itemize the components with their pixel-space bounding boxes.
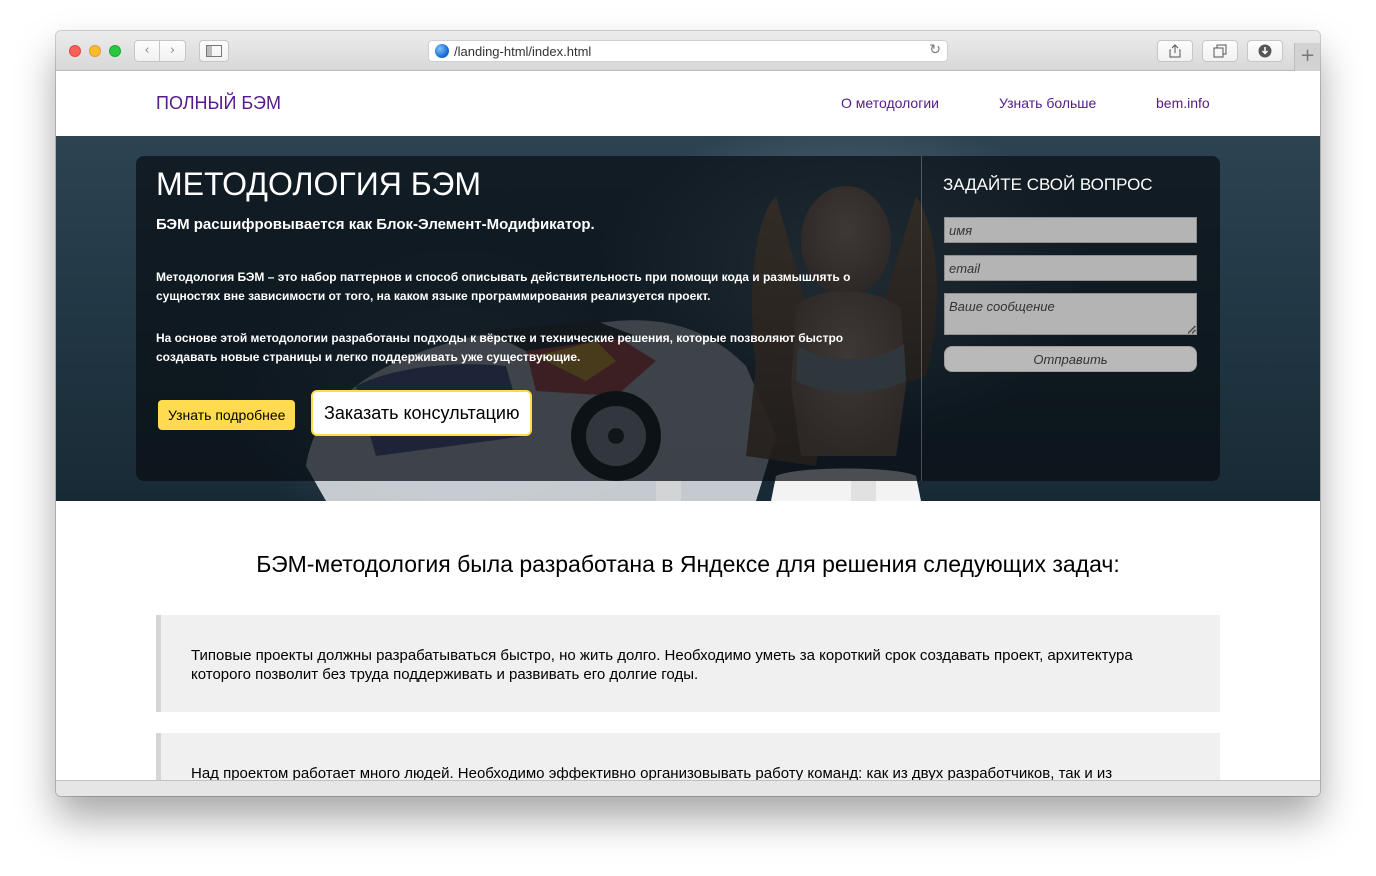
submit-button[interactable]: Отправить xyxy=(944,346,1197,372)
name-field[interactable] xyxy=(944,217,1197,243)
task-card: Над проектом работает много людей. Необх… xyxy=(156,733,1220,780)
site-logo-link[interactable]: ПОЛНЫЙ БЭМ xyxy=(156,93,281,114)
url-text: /landing-html/index.html xyxy=(454,44,592,59)
site-header: ПОЛНЫЙ БЭМ О методологии Узнать больше b… xyxy=(56,71,1320,136)
browser-window: ‹ › /landing-html/index.html ↻ + ПОЛНЫЙ … xyxy=(56,31,1320,796)
close-window-button[interactable] xyxy=(69,45,81,57)
back-button[interactable]: ‹ xyxy=(134,40,160,62)
downloads-button[interactable] xyxy=(1247,40,1283,62)
chevron-left-icon: ‹ xyxy=(144,43,150,58)
minimize-window-button[interactable] xyxy=(89,45,101,57)
task-card: Типовые проекты должны разрабатываться б… xyxy=(156,615,1220,712)
plus-icon: + xyxy=(1299,45,1316,66)
nav-link-about[interactable]: О методологии xyxy=(841,95,939,111)
hero-paragraph-1: Методология БЭМ – это набор паттернов и … xyxy=(156,270,851,303)
email-field[interactable] xyxy=(944,255,1197,281)
address-bar[interactable]: /landing-html/index.html ↻ xyxy=(428,40,948,62)
reload-icon[interactable]: ↻ xyxy=(929,42,941,58)
page-viewport[interactable]: ПОЛНЫЙ БЭМ О методологии Узнать больше b… xyxy=(56,71,1320,780)
share-icon xyxy=(1169,44,1181,58)
nav-link-bem-info[interactable]: bem.info xyxy=(1156,95,1210,111)
sidebar-icon xyxy=(206,45,222,57)
hero-title: МЕТОДОЛОГИЯ БЭМ xyxy=(156,166,482,202)
task-card-text: Над проектом работает много людей. Необх… xyxy=(191,765,1113,780)
tasks-title: БЭМ-методология была разработана в Яндек… xyxy=(256,551,1120,577)
message-field[interactable] xyxy=(944,293,1197,335)
hero-section: МЕТОДОЛОГИЯ БЭМ БЭМ расшифровывается как… xyxy=(56,136,1320,501)
maximize-window-button[interactable] xyxy=(109,45,121,57)
hero-panel: МЕТОДОЛОГИЯ БЭМ БЭМ расшифровывается как… xyxy=(136,156,1220,481)
globe-icon xyxy=(435,44,449,58)
hero-subtitle: БЭМ расшифровывается как Блок-Элемент-Мо… xyxy=(156,216,595,233)
tabs-overview-button[interactable] xyxy=(1202,40,1238,62)
download-icon xyxy=(1258,44,1272,58)
question-form-title: ЗАДАЙТЕ СВОЙ ВОПРОС xyxy=(943,175,1153,194)
new-tab-button[interactable]: + xyxy=(1294,43,1320,71)
share-button[interactable] xyxy=(1157,40,1193,62)
tabs-icon xyxy=(1213,44,1227,58)
forward-button[interactable]: › xyxy=(160,40,186,62)
order-consultation-button[interactable]: Заказать консультацию xyxy=(311,390,533,436)
browser-toolbar: ‹ › /landing-html/index.html ↻ + xyxy=(56,31,1320,71)
chevron-right-icon: › xyxy=(169,43,176,58)
browser-status-bar xyxy=(56,780,1320,796)
sidebar-toggle-button[interactable] xyxy=(199,40,229,62)
task-card-text: Типовые проекты должны разрабатываться б… xyxy=(191,647,1133,683)
hero-paragraph-2: На основе этой методологии разработаны п… xyxy=(156,331,844,364)
nav-link-learn-more[interactable]: Узнать больше xyxy=(999,95,1096,111)
hero-divider xyxy=(921,156,922,481)
textarea-resize-handle[interactable] xyxy=(1188,326,1196,334)
learn-more-button[interactable]: Узнать подробнее xyxy=(158,400,296,430)
